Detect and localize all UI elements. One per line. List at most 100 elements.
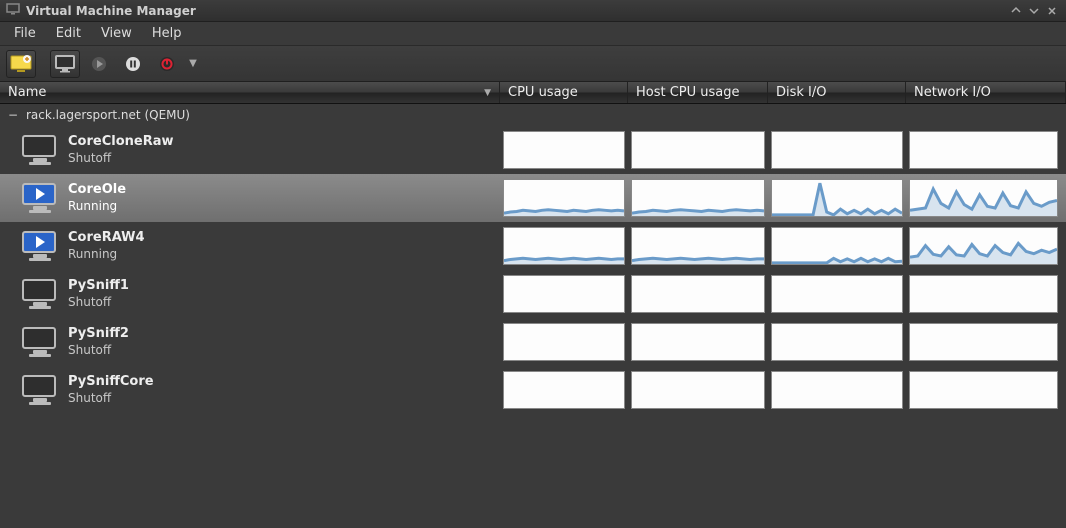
sort-indicator-icon: ▼ bbox=[484, 88, 491, 98]
connection-row[interactable]: − rack.lagersport.net (QEMU) bbox=[0, 104, 1066, 126]
vm-monitor-icon bbox=[22, 375, 58, 405]
sparkline-hostcpu bbox=[631, 275, 765, 313]
minimize-button[interactable] bbox=[1008, 3, 1024, 19]
sparkline-disk bbox=[771, 227, 903, 265]
vm-status: Shutoff bbox=[68, 151, 174, 166]
vm-name: CoreOle bbox=[68, 182, 126, 198]
graph-cell-cpu bbox=[500, 222, 628, 270]
graph-cell-net bbox=[906, 366, 1066, 414]
sparkline-cpu bbox=[503, 323, 625, 361]
graph-cell-cpu bbox=[500, 270, 628, 318]
vm-row[interactable]: CoreOle Running bbox=[0, 174, 1066, 222]
vm-status: Shutoff bbox=[68, 343, 129, 358]
menu-view[interactable]: View bbox=[91, 23, 142, 44]
maximize-button[interactable] bbox=[1026, 3, 1042, 19]
sparkline-disk bbox=[771, 179, 903, 217]
sparkline-disk bbox=[771, 371, 903, 409]
vm-row[interactable]: PySniffCore Shutoff bbox=[0, 366, 1066, 414]
graph-cell-hostcpu bbox=[628, 126, 768, 174]
graph-cell-hostcpu bbox=[628, 270, 768, 318]
graph-cell-hostcpu bbox=[628, 366, 768, 414]
graph-cell-cpu bbox=[500, 174, 628, 222]
sparkline-hostcpu bbox=[631, 179, 765, 217]
vm-monitor-icon bbox=[22, 231, 58, 261]
column-header-name[interactable]: Name ▼ bbox=[0, 82, 500, 103]
column-header-row: Name ▼ CPU usage Host CPU usage Disk I/O… bbox=[0, 82, 1066, 104]
sparkline-hostcpu bbox=[631, 371, 765, 409]
vm-status: Running bbox=[68, 199, 126, 214]
vm-name: PySniff2 bbox=[68, 326, 129, 342]
vm-name: CoreRAW4 bbox=[68, 230, 145, 246]
vm-name-cell: PySniffCore Shutoff bbox=[0, 366, 500, 414]
graph-cell-disk bbox=[768, 126, 906, 174]
vm-row[interactable]: PySniff1 Shutoff bbox=[0, 270, 1066, 318]
connection-label: rack.lagersport.net (QEMU) bbox=[26, 108, 190, 122]
vm-name-cell: PySniff2 Shutoff bbox=[0, 318, 500, 366]
open-console-button[interactable] bbox=[50, 50, 80, 78]
vm-name: CoreCloneRaw bbox=[68, 134, 174, 150]
menubar: File Edit View Help bbox=[0, 22, 1066, 46]
vm-label-block: PySniffCore Shutoff bbox=[68, 374, 154, 405]
sparkline-net bbox=[909, 275, 1058, 313]
column-header-network-io[interactable]: Network I/O bbox=[906, 82, 1066, 103]
sparkline-disk bbox=[771, 323, 903, 361]
column-header-host-cpu[interactable]: Host CPU usage bbox=[628, 82, 768, 103]
shutdown-menu-dropdown[interactable]: ▼ bbox=[186, 50, 200, 78]
menu-file[interactable]: File bbox=[4, 23, 46, 44]
new-vm-button[interactable] bbox=[6, 50, 36, 78]
sparkline-net bbox=[909, 323, 1058, 361]
vm-monitor-icon bbox=[22, 183, 58, 213]
vm-name-cell: CoreCloneRaw Shutoff bbox=[0, 126, 500, 174]
pause-button[interactable] bbox=[118, 50, 148, 78]
vm-row[interactable]: CoreRAW4 Running bbox=[0, 222, 1066, 270]
vm-label-block: PySniff2 Shutoff bbox=[68, 326, 129, 357]
window-title: Virtual Machine Manager bbox=[26, 4, 196, 18]
menu-edit[interactable]: Edit bbox=[46, 23, 91, 44]
sparkline-hostcpu bbox=[631, 323, 765, 361]
app-window: Virtual Machine Manager File Edit View H… bbox=[0, 0, 1066, 528]
disclosure-triangle-icon[interactable]: − bbox=[6, 108, 20, 122]
vm-status: Shutoff bbox=[68, 295, 129, 310]
graph-cell-net bbox=[906, 318, 1066, 366]
column-header-cpu[interactable]: CPU usage bbox=[500, 82, 628, 103]
vm-name-cell: PySniff1 Shutoff bbox=[0, 270, 500, 318]
vm-row[interactable]: CoreCloneRaw Shutoff bbox=[0, 126, 1066, 174]
sparkline-net bbox=[909, 179, 1058, 217]
close-button[interactable] bbox=[1044, 3, 1060, 19]
vm-label-block: PySniff1 Shutoff bbox=[68, 278, 129, 309]
sparkline-disk bbox=[771, 275, 903, 313]
graph-cell-disk bbox=[768, 318, 906, 366]
shutdown-button[interactable] bbox=[152, 50, 182, 78]
sparkline-cpu bbox=[503, 371, 625, 409]
graph-cell-hostcpu bbox=[628, 318, 768, 366]
vm-label-block: CoreRAW4 Running bbox=[68, 230, 145, 261]
column-header-disk-io[interactable]: Disk I/O bbox=[768, 82, 906, 103]
graph-cell-disk bbox=[768, 222, 906, 270]
graph-cell-net bbox=[906, 174, 1066, 222]
vm-monitor-icon bbox=[22, 279, 58, 309]
sparkline-cpu bbox=[503, 275, 625, 313]
graph-cell-disk bbox=[768, 174, 906, 222]
vm-label-block: CoreCloneRaw Shutoff bbox=[68, 134, 174, 165]
vm-row[interactable]: PySniff2 Shutoff bbox=[0, 318, 1066, 366]
vm-status: Shutoff bbox=[68, 391, 154, 406]
vm-name-cell: CoreRAW4 Running bbox=[0, 222, 500, 270]
menu-help[interactable]: Help bbox=[142, 23, 192, 44]
sparkline-hostcpu bbox=[631, 227, 765, 265]
graph-cell-net bbox=[906, 270, 1066, 318]
graph-cell-hostcpu bbox=[628, 174, 768, 222]
graph-cell-cpu bbox=[500, 126, 628, 174]
run-button[interactable] bbox=[84, 50, 114, 78]
graph-cell-net bbox=[906, 222, 1066, 270]
graph-cell-hostcpu bbox=[628, 222, 768, 270]
graph-cell-cpu bbox=[500, 366, 628, 414]
vm-monitor-icon bbox=[22, 135, 58, 165]
sparkline-cpu bbox=[503, 227, 625, 265]
vm-name: PySniff1 bbox=[68, 278, 129, 294]
vm-label-block: CoreOle Running bbox=[68, 182, 126, 213]
vm-status: Running bbox=[68, 247, 145, 262]
sparkline-net bbox=[909, 227, 1058, 265]
sparkline-disk bbox=[771, 131, 903, 169]
graph-cell-disk bbox=[768, 366, 906, 414]
vm-name: PySniffCore bbox=[68, 374, 154, 390]
